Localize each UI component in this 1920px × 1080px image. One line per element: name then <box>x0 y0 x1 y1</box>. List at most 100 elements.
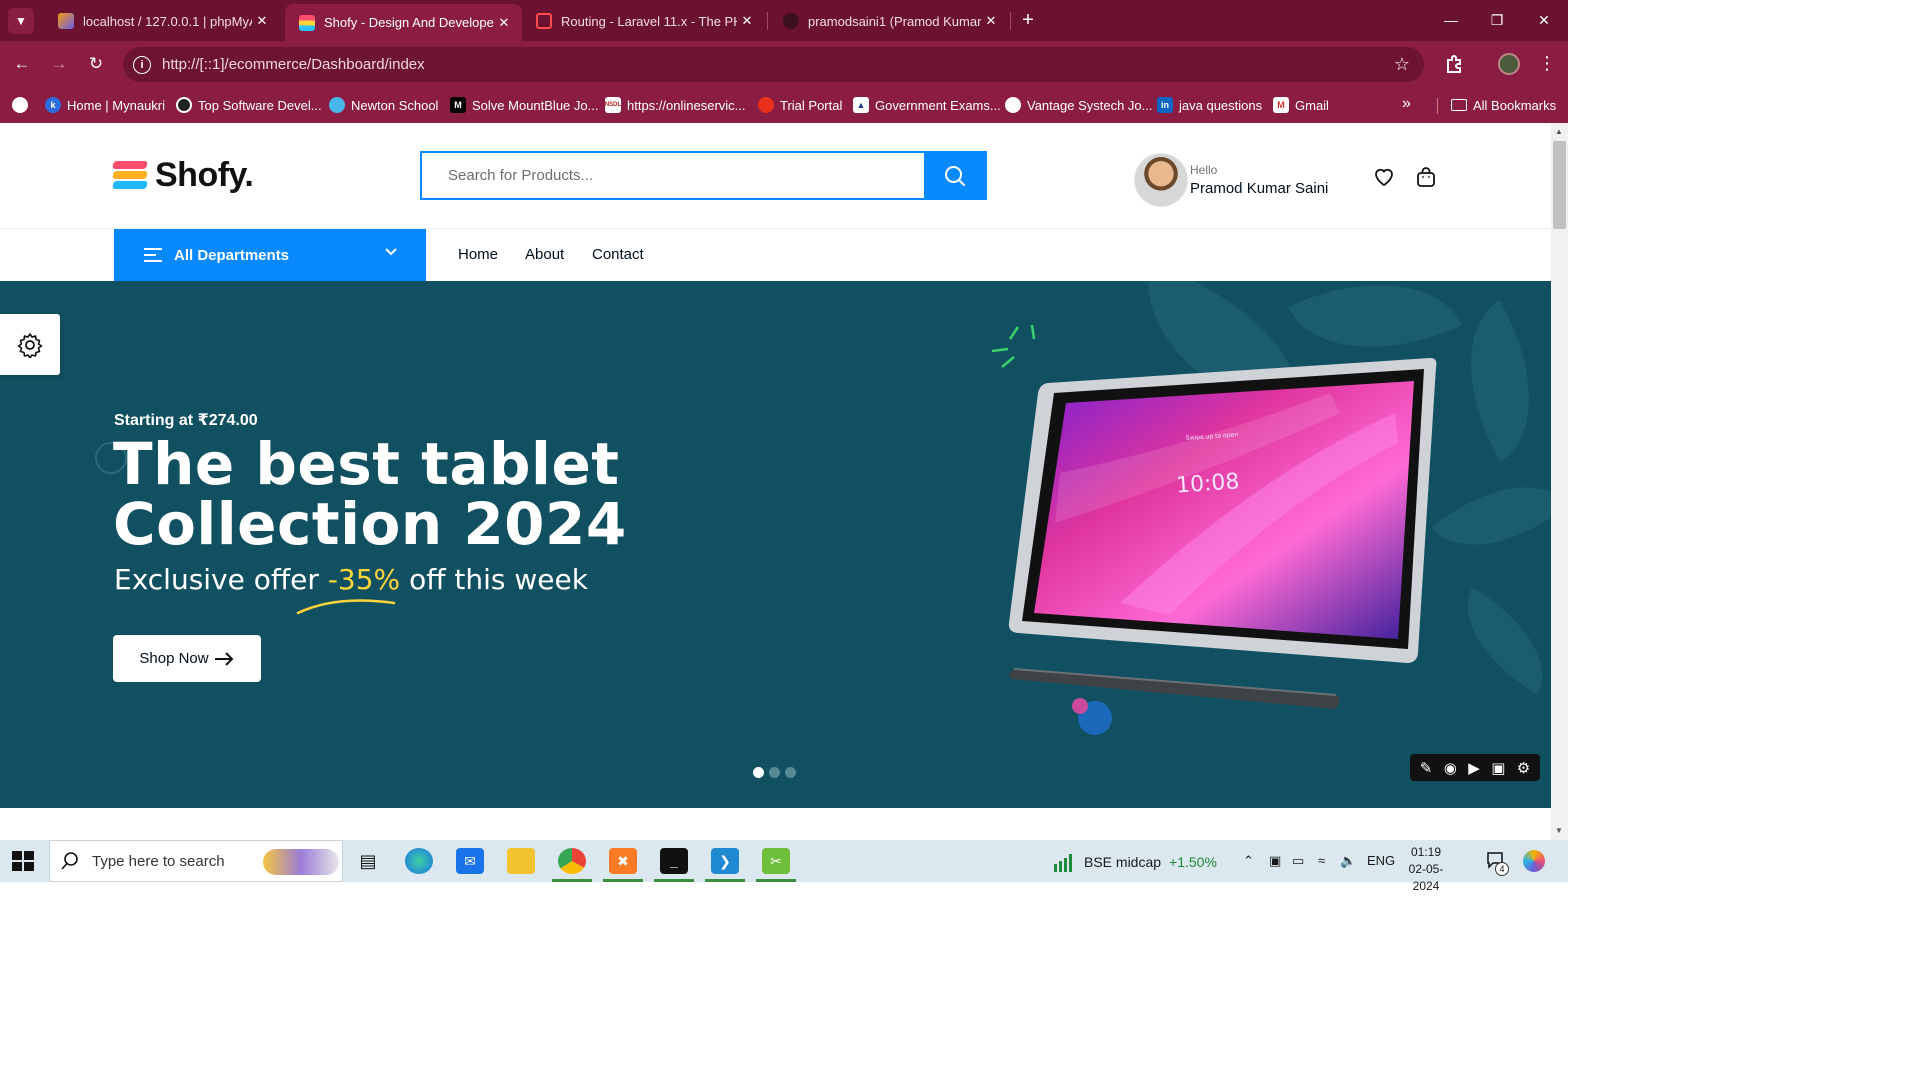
user-avatar[interactable] <box>1134 153 1188 207</box>
tab-close-icon[interactable]: ✕ <box>494 15 514 31</box>
back-arrow-icon[interactable]: ← <box>10 52 34 76</box>
slider-dot[interactable] <box>769 767 780 778</box>
offer-suffix: off this week <box>400 563 588 596</box>
language-indicator[interactable]: ENG <box>1367 853 1395 868</box>
mail-icon[interactable]: ✉ <box>456 848 484 874</box>
bookmark-label: Government Exams... <box>875 97 1001 113</box>
forward-arrow-icon[interactable]: → <box>47 52 71 76</box>
tab-phpmyadmin[interactable]: localhost / 127.0.0.1 | phpMyAdmin ✕ <box>44 5 280 37</box>
bookmark-mountblue[interactable]: M Solve MountBlue Jo... <box>450 95 598 115</box>
wishlist-heart-icon[interactable] <box>1372 165 1396 189</box>
vscode-icon[interactable]: ❯ <box>711 848 739 874</box>
slider-dot[interactable] <box>753 767 764 778</box>
decorative-bubble <box>1072 698 1088 714</box>
scroll-up-arrow-icon[interactable]: ▲ <box>1555 127 1563 136</box>
edge-browser-icon[interactable] <box>405 848 433 874</box>
page-scrollbar[interactable]: ▲ ▼ <box>1551 123 1568 840</box>
capture-settings-icon[interactable]: ⚙ <box>1517 759 1530 777</box>
window-capture-icon[interactable]: ▣ <box>1491 759 1505 777</box>
bookmark-apps-icon[interactable] <box>12 95 34 115</box>
video-camera-icon[interactable]: ▶ <box>1468 759 1480 777</box>
shop-now-button[interactable]: Shop Now <box>113 635 261 682</box>
show-hidden-icons-chevron-icon[interactable]: ⌃ <box>1243 853 1254 869</box>
terminal-icon[interactable]: _ <box>660 848 688 874</box>
stock-ticker-widget[interactable]: BSE midcap +1.50% <box>1052 852 1217 872</box>
windows-taskbar: Type here to search ▤ ✉ ✖ _ ❯ ✂ BSE midc… <box>0 840 1568 893</box>
slider-dot[interactable] <box>785 767 796 778</box>
all-bookmarks-button[interactable]: All Bookmarks <box>1451 95 1556 115</box>
search-input[interactable] <box>422 153 924 198</box>
task-view-icon[interactable]: ▤ <box>354 848 382 874</box>
system-clock[interactable]: 01:19 02-05-2024 <box>1404 844 1448 895</box>
scroll-down-arrow-icon[interactable]: ▼ <box>1555 826 1563 835</box>
settings-toggle-button[interactable] <box>0 314 60 375</box>
meet-now-icon[interactable]: ▣ <box>1269 853 1281 869</box>
nav-contact-link[interactable]: Contact <box>592 246 644 263</box>
search-icon <box>944 165 965 186</box>
site-info-icon[interactable]: i <box>133 55 151 74</box>
mynaukri-icon: k <box>45 97 61 113</box>
close-window-button[interactable]: ✕ <box>1529 8 1559 32</box>
scrollbar-thumb[interactable] <box>1553 141 1566 229</box>
clock-date: 02-05-2024 <box>1408 862 1444 893</box>
camera-icon[interactable]: ◉ <box>1444 759 1457 777</box>
address-bar[interactable]: i http://[::1]/ecommerce/Dashboard/index… <box>123 47 1424 82</box>
bookmark-top-software[interactable]: Top Software Devel... <box>176 95 322 115</box>
minimize-button[interactable]: — <box>1436 8 1466 32</box>
url-text[interactable]: http://[::1]/ecommerce/Dashboard/index <box>162 56 425 73</box>
user-account[interactable]: Hello Pramod Kumar Saini <box>1134 153 1328 207</box>
windows-start-icon[interactable] <box>12 851 34 871</box>
nav-about-link[interactable]: About <box>525 246 564 263</box>
copilot-icon[interactable] <box>1523 850 1545 872</box>
restore-button[interactable]: ❐ <box>1482 8 1512 32</box>
tab-search-button[interactable]: ▼ <box>8 8 34 34</box>
battery-icon[interactable]: ▭ <box>1292 853 1304 869</box>
stock-trend-icon <box>1054 854 1072 872</box>
file-explorer-icon[interactable] <box>507 848 535 874</box>
taskbar-search[interactable]: Type here to search <box>49 840 343 882</box>
chrome-icon[interactable] <box>558 848 586 874</box>
more-bookmarks-icon[interactable]: » <box>1402 95 1411 113</box>
bookmark-mynaukri[interactable]: k Home | Mynaukri <box>45 95 165 115</box>
notification-center-icon[interactable]: 4 <box>1486 851 1509 876</box>
running-indicator <box>603 879 643 882</box>
reload-icon[interactable]: ↻ <box>84 52 108 76</box>
volume-icon[interactable]: 🔈 <box>1340 853 1356 869</box>
cart-bag-icon[interactable] <box>1414 165 1438 189</box>
bookmark-gmail[interactable]: M Gmail <box>1273 95 1329 115</box>
bookmark-vantage-systech[interactable]: Vantage Systech Jo... <box>1005 95 1153 115</box>
tab-shofy[interactable]: Shofy - Design And Developed ✕ <box>285 4 522 41</box>
nav-home-link[interactable]: Home <box>458 246 498 263</box>
bookmark-star-icon[interactable]: ☆ <box>1394 54 1410 75</box>
bookmark-newton-school[interactable]: Newton School <box>329 95 438 115</box>
profile-avatar[interactable] <box>1498 53 1520 75</box>
tab-close-icon[interactable]: ✕ <box>252 13 272 29</box>
all-departments-button[interactable]: All Departments <box>114 229 426 281</box>
wifi-icon[interactable]: ≈ <box>1318 853 1325 868</box>
taskbar-search-placeholder: Type here to search <box>92 852 225 870</box>
search-button[interactable] <box>924 153 985 198</box>
browser-menu-icon[interactable]: ⋮ <box>1538 53 1556 74</box>
hero-title-line: The best tablet <box>113 430 620 498</box>
tab-close-icon[interactable]: ✕ <box>737 13 757 29</box>
site-logo[interactable]: Shofy. <box>112 156 254 195</box>
tab-close-icon[interactable]: ✕ <box>981 13 1001 29</box>
xampp-icon[interactable]: ✖ <box>609 848 637 874</box>
hero-title-line: Collection 2024 <box>113 490 627 558</box>
bookmark-trial-portal[interactable]: Trial Portal <box>758 95 842 115</box>
running-indicator <box>705 879 745 882</box>
new-tab-button[interactable]: + <box>1016 8 1040 32</box>
vantage-globe-icon <box>1005 97 1021 113</box>
bookmark-government-exams[interactable]: ▲ Government Exams... <box>853 95 1001 115</box>
offer-prefix: Exclusive offer <box>114 563 328 596</box>
trial-portal-icon <box>758 97 774 113</box>
all-bookmarks-label: All Bookmarks <box>1473 97 1557 113</box>
bookmarks-bar: k Home | Mynaukri Top Software Devel... N… <box>0 88 1568 123</box>
bookmark-java-questions[interactable]: in java questions <box>1157 95 1262 115</box>
capture-edit-icon[interactable]: ✎ <box>1420 759 1433 777</box>
tab-laravel-routing[interactable]: Routing - Laravel 11.x - The PHP ✕ <box>522 5 765 37</box>
snipping-tool-icon[interactable]: ✂ <box>762 848 790 874</box>
bookmark-onlineservice[interactable]: NSDL https://onlineservic... <box>605 95 746 115</box>
tab-github[interactable]: pramodsaini1 (Pramod Kumar Saini) ✕ <box>769 5 1009 37</box>
extensions-icon[interactable] <box>1444 53 1466 75</box>
